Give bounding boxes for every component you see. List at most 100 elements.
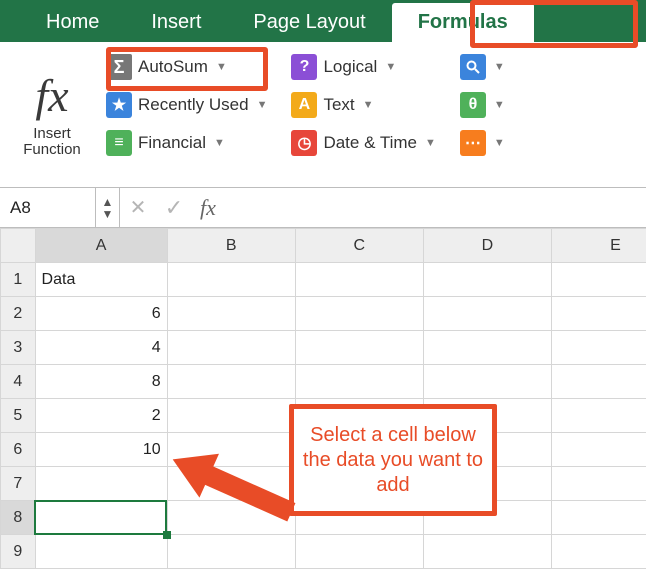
insert-function-label: Insert Function (8, 126, 96, 158)
cell-C2[interactable] (295, 297, 423, 331)
cell-C9[interactable] (295, 535, 423, 569)
financial-label: Financial (138, 133, 206, 153)
cell-D5[interactable] (423, 399, 551, 433)
cell-D8[interactable] (423, 501, 551, 535)
cell-C5[interactable] (295, 399, 423, 433)
chevron-down-icon[interactable]: ▼ (102, 208, 114, 220)
cell-A4[interactable]: 8 (35, 365, 167, 399)
lookup-button[interactable]: ▼ (460, 54, 505, 80)
math-icon: θ (460, 92, 486, 118)
autosum-label: AutoSum (138, 57, 208, 77)
cell-C7[interactable] (295, 467, 423, 501)
cancel-formula-button[interactable]: ✕ (120, 195, 156, 220)
cell-E6[interactable] (551, 433, 646, 467)
fx-button[interactable]: fx (192, 195, 224, 221)
chevron-down-icon: ▼ (214, 137, 225, 149)
cell-D9[interactable] (423, 535, 551, 569)
chevron-down-icon: ▼ (216, 61, 227, 73)
clock-icon: ◷ (291, 130, 317, 156)
column-header-A[interactable]: A (35, 229, 167, 263)
more-functions-button[interactable]: ⋯ ▼ (460, 130, 505, 156)
cell-D2[interactable] (423, 297, 551, 331)
cell-C6[interactable] (295, 433, 423, 467)
cell-C3[interactable] (295, 331, 423, 365)
cell-B4[interactable] (167, 365, 295, 399)
cell-E8[interactable] (551, 501, 646, 535)
cell-C8[interactable] (295, 501, 423, 535)
cell-E2[interactable] (551, 297, 646, 331)
logical-button[interactable]: ? Logical ▼ (291, 54, 435, 80)
cell-B7[interactable] (167, 467, 295, 501)
cell-B1[interactable] (167, 263, 295, 297)
ribbon-body: fx Insert Function Σ AutoSum ▼ ★ Recentl… (0, 42, 646, 188)
star-icon: ★ (106, 92, 132, 118)
text-icon: A (291, 92, 317, 118)
column-header-D[interactable]: D (423, 229, 551, 263)
cell-A6[interactable]: 10 (35, 433, 167, 467)
cell-E3[interactable] (551, 331, 646, 365)
cell-D3[interactable] (423, 331, 551, 365)
tab-page-layout[interactable]: Page Layout (227, 3, 391, 42)
insert-function-button[interactable]: fx Insert Function (8, 48, 96, 179)
row-header-7[interactable]: 7 (1, 467, 36, 501)
column-header-C[interactable]: C (295, 229, 423, 263)
logical-label: Logical (323, 57, 377, 77)
row-header-4[interactable]: 4 (1, 365, 36, 399)
enter-formula-button[interactable]: ✓ (156, 195, 192, 221)
cell-A5[interactable]: 2 (35, 399, 167, 433)
cell-E9[interactable] (551, 535, 646, 569)
date-time-button[interactable]: ◷ Date & Time ▼ (291, 130, 435, 156)
autosum-button[interactable]: Σ AutoSum ▼ (106, 54, 267, 80)
tab-insert[interactable]: Insert (125, 3, 227, 42)
tab-formulas[interactable]: Formulas (392, 3, 534, 42)
cell-B9[interactable] (167, 535, 295, 569)
name-box-spinner[interactable]: ▲ ▼ (96, 188, 120, 227)
cell-D6[interactable] (423, 433, 551, 467)
tab-home[interactable]: Home (20, 3, 125, 42)
cell-E5[interactable] (551, 399, 646, 433)
cell-B3[interactable] (167, 331, 295, 365)
column-header-B[interactable]: B (167, 229, 295, 263)
spreadsheet-grid[interactable]: ABCDE1Data26344852610789 (0, 228, 646, 569)
row-header-8[interactable]: 8 (1, 501, 36, 535)
recently-used-button[interactable]: ★ Recently Used ▼ (106, 92, 267, 118)
row-header-9[interactable]: 9 (1, 535, 36, 569)
more-icon: ⋯ (460, 130, 486, 156)
chevron-up-icon[interactable]: ▲ (102, 196, 114, 208)
row-header-2[interactable]: 2 (1, 297, 36, 331)
math-button[interactable]: θ ▼ (460, 92, 505, 118)
cell-E7[interactable] (551, 467, 646, 501)
row-header-1[interactable]: 1 (1, 263, 36, 297)
chevron-down-icon: ▼ (494, 99, 505, 111)
cell-B5[interactable] (167, 399, 295, 433)
select-all-corner[interactable] (1, 229, 36, 263)
cell-A8[interactable] (35, 501, 167, 535)
cell-A3[interactable]: 4 (35, 331, 167, 365)
cell-D4[interactable] (423, 365, 551, 399)
chevron-down-icon: ▼ (363, 99, 374, 111)
cell-C1[interactable] (295, 263, 423, 297)
chevron-down-icon: ▼ (385, 61, 396, 73)
cell-E1[interactable] (551, 263, 646, 297)
cell-B6[interactable] (167, 433, 295, 467)
cell-A7[interactable] (35, 467, 167, 501)
fx-icon: fx (27, 70, 76, 122)
row-header-3[interactable]: 3 (1, 331, 36, 365)
name-box[interactable]: A8 (0, 188, 96, 227)
cell-E4[interactable] (551, 365, 646, 399)
cell-C4[interactable] (295, 365, 423, 399)
cell-B8[interactable] (167, 501, 295, 535)
row-header-5[interactable]: 5 (1, 399, 36, 433)
cell-A2[interactable]: 6 (35, 297, 167, 331)
cell-A1[interactable]: Data (35, 263, 167, 297)
chevron-down-icon: ▼ (494, 137, 505, 149)
formula-input[interactable] (224, 188, 646, 227)
cell-B2[interactable] (167, 297, 295, 331)
column-header-E[interactable]: E (551, 229, 646, 263)
row-header-6[interactable]: 6 (1, 433, 36, 467)
text-button[interactable]: A Text ▼ (291, 92, 435, 118)
cell-D7[interactable] (423, 467, 551, 501)
cell-D1[interactable] (423, 263, 551, 297)
financial-button[interactable]: ≡ Financial ▼ (106, 130, 267, 156)
cell-A9[interactable] (35, 535, 167, 569)
